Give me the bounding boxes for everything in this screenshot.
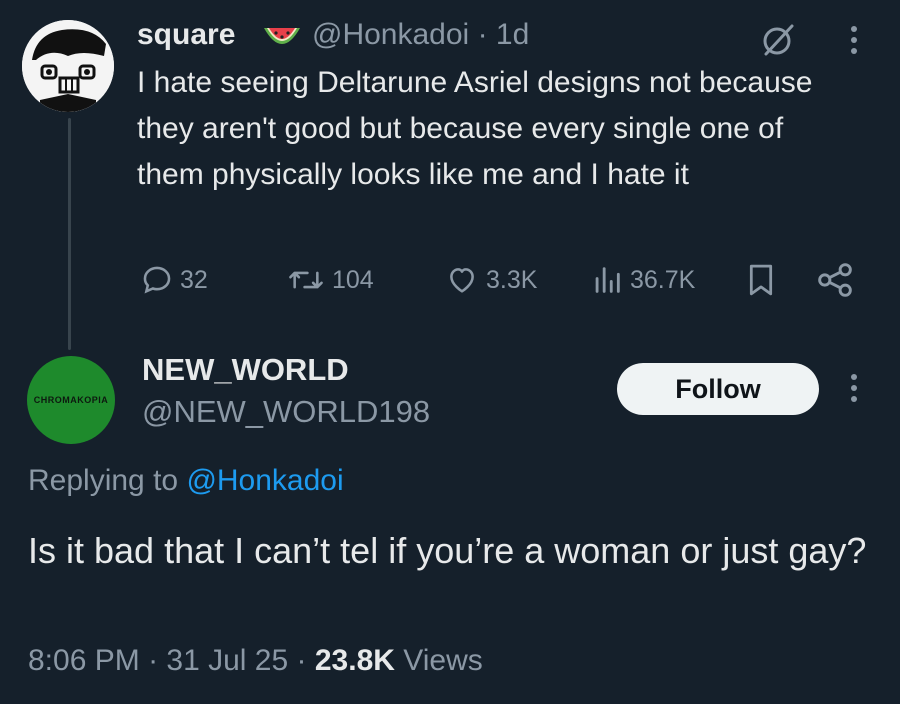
views-button[interactable]: 36.7K <box>590 260 695 300</box>
reply-button[interactable]: 32 <box>140 260 208 300</box>
analytics-icon <box>595 267 620 293</box>
separator: · <box>477 18 488 51</box>
thread-line <box>68 118 71 350</box>
grok-icon[interactable] <box>760 22 796 58</box>
avatar-image <box>22 20 114 112</box>
view-count: 36.7K <box>630 265 696 294</box>
follow-button[interactable]: Follow <box>617 363 819 415</box>
reply-count: 32 <box>180 265 208 294</box>
author-name[interactable]: square <box>137 18 235 52</box>
tweet-meta: 8:06 PM · 31 Jul 25 · 23.8K Views <box>28 644 483 678</box>
separator: · <box>148 644 159 677</box>
more-options-icon[interactable] <box>842 370 866 406</box>
handle-text[interactable]: @Honkadoi <box>312 18 469 51</box>
retweet-icon <box>289 271 323 289</box>
mention-link[interactable]: @Honkadoi <box>186 464 343 497</box>
retweet-count: 104 <box>332 265 374 294</box>
bookmark-button[interactable] <box>744 260 784 300</box>
reply-text: Is it bad that I can’t tel if you’re a w… <box>28 530 867 571</box>
author-handle[interactable]: @Honkadoi · 1d <box>312 18 529 52</box>
like-button[interactable]: 3.3K <box>444 260 537 300</box>
avatar[interactable]: CHROMAKOPIA <box>27 356 115 444</box>
author-handle[interactable]: @NEW_WORLD198 <box>142 394 430 430</box>
share-icon <box>818 263 852 297</box>
avatar-text: CHROMAKOPIA <box>33 395 109 405</box>
heart-icon <box>450 268 474 293</box>
views-count[interactable]: 23.8K <box>315 644 395 677</box>
share-button[interactable] <box>816 260 860 300</box>
author-name[interactable]: NEW_WORLD <box>142 352 349 388</box>
separator: · <box>296 644 307 677</box>
watermelon-icon <box>262 20 302 54</box>
tweet-time[interactable]: 8:06 PM <box>28 644 140 677</box>
tweet-date[interactable]: 31 Jul 25 <box>166 644 288 677</box>
retweet-button[interactable]: 104 <box>286 260 374 300</box>
reply-icon <box>143 266 171 294</box>
like-count: 3.3K <box>486 265 538 294</box>
tweet-text: I hate seeing Deltarune Asriel designs n… <box>137 66 813 191</box>
time-ago[interactable]: 1d <box>496 18 529 51</box>
views-label: Views <box>403 644 483 677</box>
replying-prefix: Replying to <box>28 464 179 497</box>
bookmark-icon <box>749 264 773 296</box>
more-options-icon[interactable] <box>842 22 866 58</box>
replying-to: Replying to @Honkadoi <box>28 464 344 498</box>
avatar[interactable] <box>22 20 114 112</box>
